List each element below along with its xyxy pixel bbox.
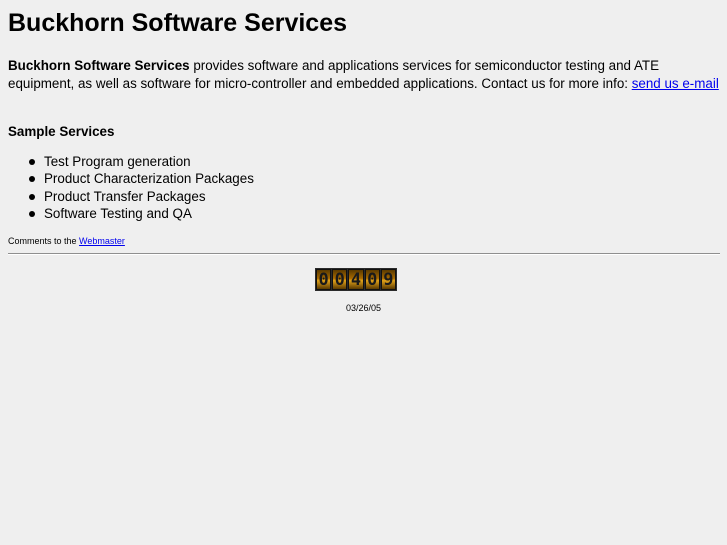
counter-digit: 0 xyxy=(332,269,348,290)
company-name: Buckhorn Software Services xyxy=(8,58,190,73)
list-item: Product Characterization Packages xyxy=(8,170,254,187)
list-item: Software Testing and QA xyxy=(8,205,254,222)
webmaster-link[interactable]: Webmaster xyxy=(79,236,125,246)
page-title: Buckhorn Software Services xyxy=(8,9,348,37)
services-list: Test Program generation Product Characte… xyxy=(8,153,254,222)
bullet-icon xyxy=(29,159,35,165)
divider xyxy=(8,253,720,255)
bullet-icon xyxy=(29,210,35,217)
send-email-link[interactable]: send us e-mail xyxy=(632,76,719,91)
intro-paragraph: Buckhorn Software Services provides soft… xyxy=(8,57,720,93)
list-item: Test Program generation xyxy=(8,153,254,170)
service-label: Test Program generation xyxy=(44,154,191,169)
comments-line: Comments to the Webmaster xyxy=(8,236,125,247)
counter-digit: 0 xyxy=(364,269,380,290)
counter-digit: 0 xyxy=(316,269,332,290)
service-label: Product Characterization Packages xyxy=(44,171,254,187)
hit-counter: 0 0 4 0 9 xyxy=(315,268,397,291)
counter-digit: 4 xyxy=(348,269,364,290)
service-label: Software Testing and QA xyxy=(44,205,192,221)
counter-digit: 9 xyxy=(380,269,397,290)
bullet-icon xyxy=(29,176,35,183)
last-updated-date: 03/26/05 xyxy=(345,303,382,313)
bullet-icon xyxy=(29,193,35,200)
service-label: Product Transfer Packages xyxy=(44,188,206,204)
comments-prefix: Comments to the xyxy=(8,236,80,246)
sample-services-heading: Sample Services xyxy=(8,124,115,139)
list-item: Product Transfer Packages xyxy=(8,188,254,205)
